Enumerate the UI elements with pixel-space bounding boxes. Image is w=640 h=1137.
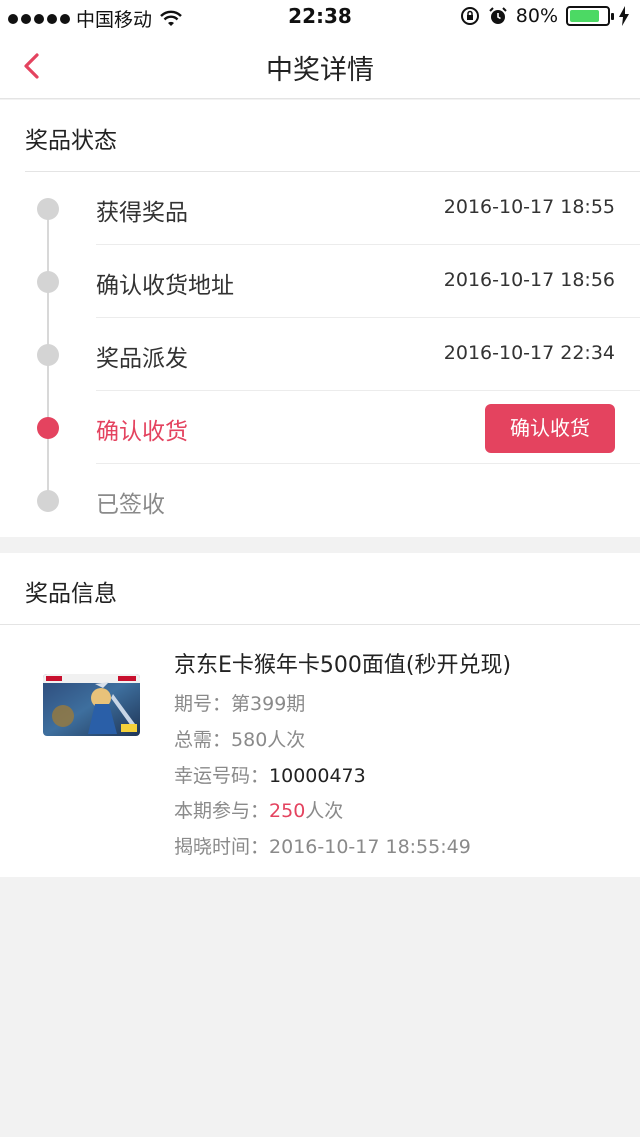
confirm-receipt-button[interactable]: 确认收货 [485, 404, 615, 453]
step-time: 2016-10-17 22:34 [443, 342, 615, 364]
step-label: 确认收货地址 [96, 273, 234, 299]
timeline-step-confirm-receipt: 确认收货 确认收货 [0, 391, 640, 464]
timeline-step-obtained: 获得奖品 2016-10-17 18:55 [0, 172, 640, 245]
status-timeline: 获得奖品 2016-10-17 18:55 确认收货地址 2016-10-17 … [0, 172, 640, 537]
step-time: 2016-10-17 18:56 [443, 269, 615, 291]
nav-bar: 中奖详情 [0, 34, 640, 99]
total-label: 总需： [174, 729, 232, 751]
step-label: 奖品派发 [96, 346, 188, 372]
status-right: 80% [460, 5, 630, 27]
timeline-dot [37, 490, 59, 512]
step-label: 已签收 [96, 492, 165, 518]
total-row: 总需：580人次 [174, 725, 305, 752]
section-title: 奖品状态 [25, 128, 117, 154]
total-value: 580人次 [231, 729, 306, 751]
battery-icon [566, 6, 614, 26]
alarm-icon [489, 7, 507, 24]
status-bar: 中国移动 22:38 80% [0, 0, 640, 34]
charging-icon [619, 6, 629, 26]
lucky-number: 10000473 [269, 765, 366, 787]
reveal-label: 揭晓时间： [174, 836, 270, 858]
section-header: 奖品状态 [25, 100, 640, 172]
lucky-number-row: 幸运号码：10000473 [174, 761, 366, 788]
timeline-dot [37, 198, 59, 220]
section-header: 奖品信息 [0, 553, 640, 625]
page-title: 中奖详情 [266, 55, 374, 86]
step-time: 2016-10-17 18:55 [443, 196, 615, 218]
timeline-step-address: 确认收货地址 2016-10-17 18:56 [0, 245, 640, 318]
joined-count: 250 [269, 800, 306, 822]
timeline-step-signed: 已签收 [0, 464, 640, 537]
timeline-step-dispatched: 奖品派发 2016-10-17 22:34 [0, 318, 640, 391]
issue-row: 期号：第399期 [174, 689, 305, 716]
prize-status-section: 奖品状态 获得奖品 2016-10-17 18:55 确认收货地址 2016-1… [0, 100, 640, 537]
joined-unit: 人次 [305, 800, 344, 822]
lucky-label: 幸运号码： [174, 765, 270, 787]
joined-row: 本期参与：250人次 [174, 796, 343, 823]
joined-label: 本期参与： [174, 800, 270, 822]
timeline-dot-active [37, 417, 59, 439]
prize-name[interactable]: 京东E卡猴年卡500面值(秒开兑现) [174, 647, 511, 679]
timeline-dot [37, 344, 59, 366]
battery-fill [570, 10, 599, 22]
reveal-time-row: 揭晓时间：2016-10-17 18:55:49 [174, 832, 471, 859]
step-label: 确认收货 [96, 419, 188, 445]
reveal-time: 2016-10-17 18:55:49 [269, 836, 471, 858]
issue-label: 期号： [174, 693, 232, 715]
prize-info-section: 奖品信息 京东E卡猴年卡500面值(秒开兑现) 期号：第399期 总需：580人… [0, 553, 640, 877]
timeline-dot [37, 271, 59, 293]
issue-value: 第399期 [231, 693, 306, 715]
step-label: 获得奖品 [96, 200, 188, 226]
prize-card-image[interactable] [43, 674, 140, 736]
section-title: 奖品信息 [25, 581, 117, 607]
battery-percent: 80% [515, 5, 558, 27]
rotation-lock-icon [460, 7, 479, 25]
